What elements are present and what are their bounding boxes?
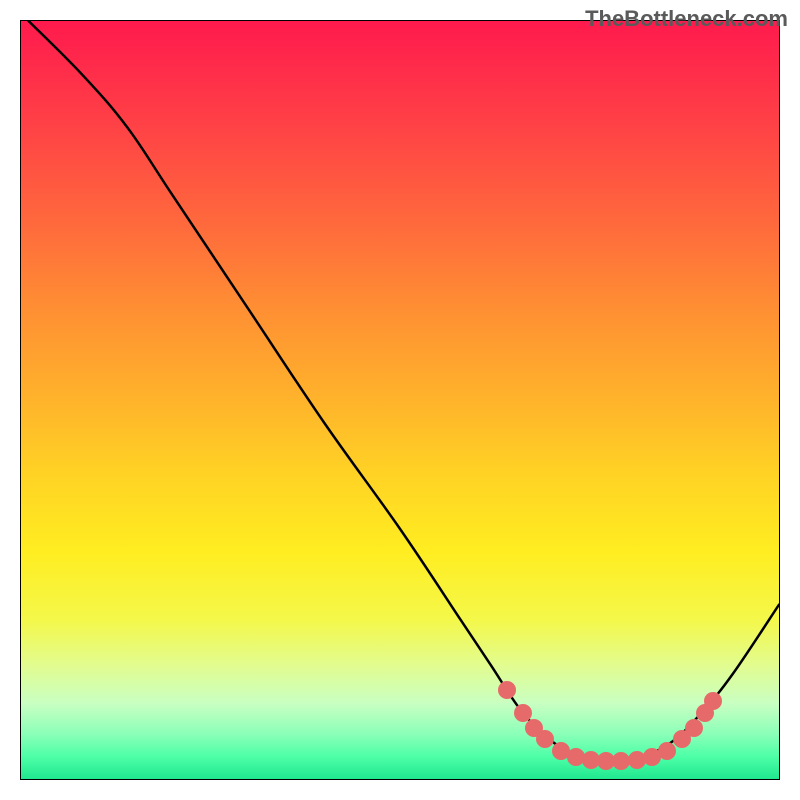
data-dot <box>704 692 722 710</box>
bottleneck-curve <box>29 21 779 760</box>
data-dot <box>658 742 676 760</box>
attribution-text: TheBottleneck.com <box>585 6 788 32</box>
curve-svg <box>21 21 779 779</box>
data-dot <box>498 681 516 699</box>
plot-area <box>20 20 780 780</box>
data-dot <box>685 719 703 737</box>
chart-container: TheBottleneck.com <box>0 0 800 800</box>
